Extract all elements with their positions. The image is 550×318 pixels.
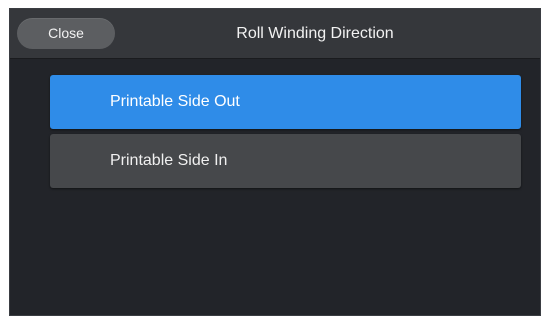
page-title: Roll Winding Direction — [236, 25, 394, 42]
header-bar: Close Roll Winding Direction — [10, 9, 540, 59]
dialog-screen: Close Roll Winding Direction Printable S… — [9, 8, 541, 316]
option-printable-side-out[interactable]: Printable Side Out — [50, 75, 521, 129]
option-printable-side-in[interactable]: Printable Side In — [50, 134, 521, 188]
option-list: Printable Side Out Printable Side In — [50, 75, 521, 193]
close-button[interactable]: Close — [17, 18, 115, 49]
